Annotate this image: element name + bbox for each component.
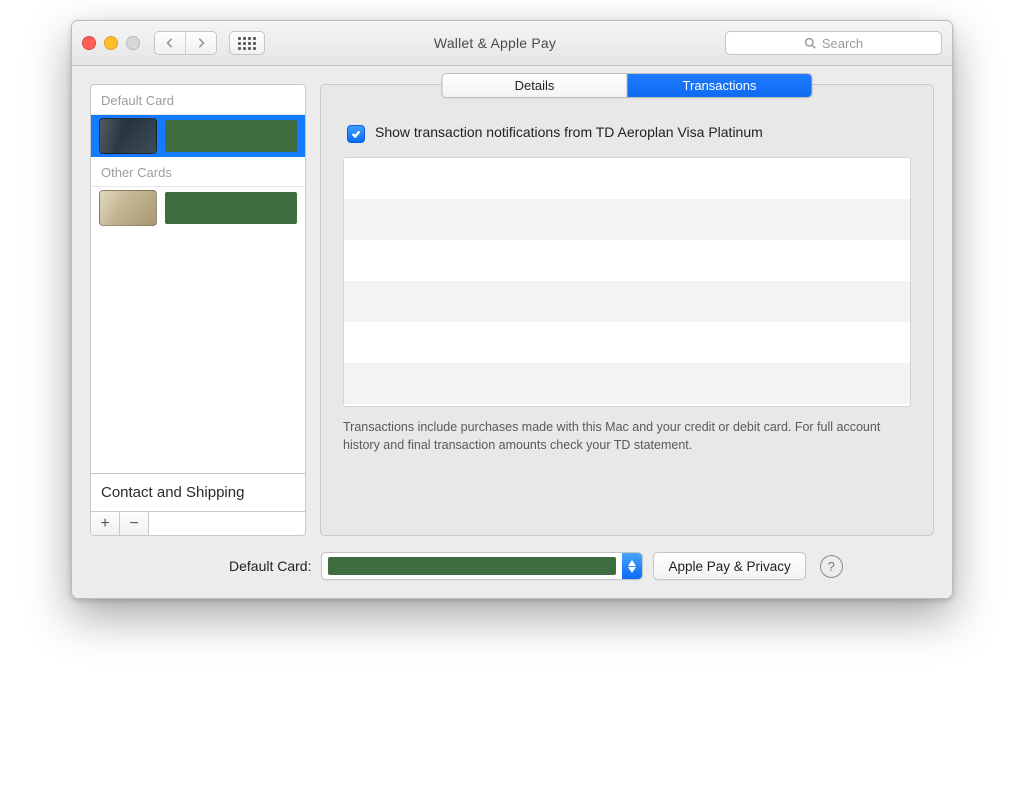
transaction-row [344,281,910,322]
forward-button[interactable] [185,32,216,54]
footer-row: Default Card: Apple Pay & Privacy ? [90,552,934,584]
transaction-row [344,240,910,281]
remove-card-button[interactable]: − [120,512,149,535]
back-button[interactable] [155,32,185,54]
sidebar-spacer [91,229,305,473]
cards-sidebar: Default Card Other Cards Contact and Shi… [90,84,306,536]
notifications-checkbox[interactable] [347,125,365,143]
tab-transactions[interactable]: Transactions [628,74,812,97]
checkmark-icon [351,129,361,139]
help-button[interactable]: ? [820,555,843,578]
window-title: Wallet & Apple Pay [271,35,719,51]
tab-details[interactable]: Details [443,74,628,97]
card-name-redacted [165,120,297,152]
dropdown-arrows [622,553,642,579]
nav-back-forward [154,31,217,55]
other-cards-header: Other Cards [91,157,305,187]
default-card-dropdown[interactable] [321,552,643,580]
show-all-button[interactable] [229,31,265,55]
close-window-button[interactable] [82,36,96,50]
zoom-window-button[interactable] [126,36,140,50]
chevron-right-icon [196,38,206,48]
minimize-window-button[interactable] [104,36,118,50]
dropdown-value-redacted [328,557,616,575]
add-remove-bar: + − [91,511,305,535]
transaction-row [344,199,910,240]
chevron-left-icon [165,38,175,48]
transaction-row [344,363,910,404]
grid-icon [238,37,256,50]
contact-shipping-button[interactable]: Contact and Shipping [91,473,305,511]
chevron-up-icon [628,560,636,566]
apple-pay-privacy-button[interactable]: Apple Pay & Privacy [653,552,805,580]
search-field[interactable]: Search [725,31,942,55]
transaction-row [344,158,910,199]
chevron-down-icon [628,567,636,573]
window-body: Default Card Other Cards Contact and Shi… [72,66,952,598]
notifications-checkbox-label: Show transaction notifications from TD A… [375,123,763,142]
detail-pane: Details Transactions Show transaction no… [320,84,934,536]
search-icon [804,37,816,49]
transactions-footer-note: Transactions include purchases made with… [343,419,911,454]
transactions-panel: Details Transactions Show transaction no… [320,84,934,536]
card-name-redacted [165,192,297,224]
notifications-checkbox-row: Show transaction notifications from TD A… [347,123,907,143]
card-thumbnail [99,118,157,154]
tab-bar: Details Transactions [442,73,813,98]
search-placeholder: Search [822,36,863,51]
preferences-window: Wallet & Apple Pay Search Default Card O… [71,20,953,599]
titlebar: Wallet & Apple Pay Search [72,21,952,66]
add-card-button[interactable]: + [91,512,120,535]
default-card-header: Default Card [91,85,305,115]
transactions-list[interactable] [343,157,911,407]
card-row-default[interactable] [91,115,305,157]
card-thumbnail [99,190,157,226]
window-controls [82,36,140,50]
columns: Default Card Other Cards Contact and Shi… [90,84,934,536]
default-card-label: Default Card: [229,558,311,574]
transaction-row [344,322,910,363]
card-row-other[interactable] [91,187,305,229]
dropdown-value [322,553,622,579]
